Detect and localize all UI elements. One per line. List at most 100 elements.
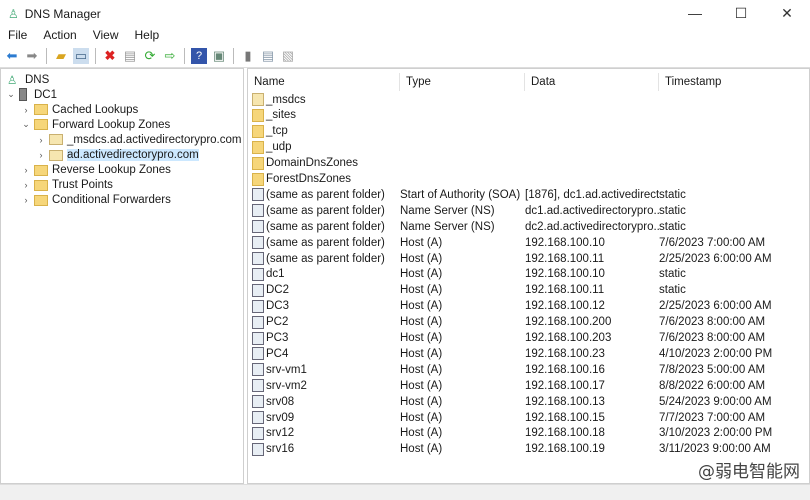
tree-item[interactable]: › Conditional Forwarders bbox=[20, 193, 171, 208]
list-row[interactable]: _msdcs bbox=[252, 92, 659, 107]
record-timestamp: static bbox=[659, 268, 686, 281]
list-row[interactable]: (same as parent folder) Name Server (NS) d… bbox=[252, 219, 686, 234]
record-name: srv16 bbox=[266, 443, 295, 456]
tree-item[interactable]: ⌄ DC1 bbox=[5, 87, 57, 102]
chevron-icon[interactable]: › bbox=[35, 135, 47, 145]
export-icon[interactable]: ⇨ bbox=[162, 48, 178, 64]
console-icon[interactable]: ▣ bbox=[211, 48, 227, 64]
dns-icon: ♙ bbox=[7, 74, 18, 87]
column-header-name[interactable]: Name bbox=[248, 73, 400, 91]
zone-icon bbox=[252, 93, 264, 106]
zone-icon bbox=[49, 149, 63, 161]
tree-item[interactable]: › ad.activedirectorypro.com bbox=[35, 148, 199, 163]
folder-icon bbox=[34, 104, 48, 116]
record-timestamp: 5/24/2023 9:00:00 AM bbox=[659, 395, 772, 408]
list-row[interactable]: srv08 Host (A) 192.168.100.13 5/24/2023 9:0… bbox=[252, 394, 772, 409]
maximize-button[interactable]: ☐ bbox=[718, 5, 764, 22]
record-timestamp: static bbox=[659, 188, 686, 201]
properties-icon[interactable]: ▤ bbox=[122, 48, 138, 64]
list-row[interactable]: dc1 Host (A) 192.168.100.10 static bbox=[252, 267, 686, 282]
record-name: (same as parent folder) bbox=[266, 188, 385, 201]
list-row[interactable]: DomainDnsZones bbox=[252, 156, 659, 171]
list-row[interactable]: srv-vm2 Host (A) 192.168.100.17 8/8/2022 6:… bbox=[252, 378, 765, 393]
record-name: PC2 bbox=[266, 316, 289, 329]
record-icon bbox=[252, 379, 264, 393]
delete-icon[interactable]: ✖ bbox=[102, 48, 118, 64]
chevron-icon[interactable]: › bbox=[35, 150, 47, 160]
record-data: 192.168.100.11 bbox=[525, 252, 605, 265]
server-icon[interactable]: ▮ bbox=[240, 48, 256, 64]
forward-icon[interactable]: ➡ bbox=[24, 48, 40, 64]
record-name: srv-vm2 bbox=[266, 379, 307, 392]
list-row[interactable]: PC2 Host (A) 192.168.100.200 7/6/2023 8:00:… bbox=[252, 315, 765, 330]
list-row[interactable]: (same as parent folder) Name Server (NS) d… bbox=[252, 203, 686, 218]
list-row[interactable]: _tcp bbox=[252, 124, 659, 139]
record-icon bbox=[252, 283, 264, 297]
menu-help[interactable]: Help bbox=[135, 28, 160, 42]
record-name: _msdcs bbox=[266, 93, 306, 106]
console-tree[interactable]: ♙ DNS ⌄ DC1 › Cached Lookups ⌄ Forward Lookup Z… bbox=[0, 68, 244, 484]
chevron-icon[interactable]: ⌄ bbox=[20, 119, 32, 130]
tree-item[interactable]: ⌄ Forward Lookup Zones bbox=[20, 117, 170, 132]
column-header-timestamp[interactable]: Timestamp bbox=[659, 73, 809, 91]
list-row[interactable]: DC3 Host (A) 192.168.100.12 2/25/2023 6:00:… bbox=[252, 299, 772, 314]
record-timestamp: static bbox=[659, 220, 686, 233]
tree-item-label: ad.activedirectorypro.com bbox=[67, 149, 199, 161]
folder-icon bbox=[252, 140, 264, 154]
menu-file[interactable]: File bbox=[8, 28, 27, 42]
records-icon[interactable]: ▧ bbox=[280, 48, 296, 64]
list-row[interactable]: (same as parent folder) Host (A) 192.168.1… bbox=[252, 251, 772, 266]
close-button[interactable]: ✕ bbox=[764, 5, 810, 22]
up-folder-icon[interactable]: ▰ bbox=[53, 48, 69, 64]
menu-view[interactable]: View bbox=[93, 28, 119, 42]
list-row[interactable]: srv12 Host (A) 192.168.100.18 3/10/2023 2:0… bbox=[252, 426, 772, 441]
list-row[interactable]: srv09 Host (A) 192.168.100.15 7/7/2023 7:00… bbox=[252, 410, 765, 425]
tree-item-label: DC1 bbox=[34, 88, 58, 101]
chevron-icon[interactable]: › bbox=[20, 195, 32, 205]
tree-item[interactable]: ♙ DNS bbox=[5, 72, 49, 87]
record-icon bbox=[252, 363, 264, 377]
column-header-data[interactable]: Data bbox=[525, 73, 659, 91]
folder-icon bbox=[252, 124, 264, 138]
list-row[interactable]: _sites bbox=[252, 108, 659, 123]
record-type: Name Server (NS) bbox=[400, 220, 495, 233]
list-row[interactable]: (same as parent folder) Host (A) 192.168.1… bbox=[252, 235, 765, 250]
list-row[interactable]: PC3 Host (A) 192.168.100.203 7/6/2023 8:00:… bbox=[252, 331, 765, 346]
minimize-button[interactable]: — bbox=[672, 5, 718, 22]
status-bar bbox=[0, 484, 810, 500]
tree-item[interactable]: › _msdcs.ad.activedirectorypro.com bbox=[35, 132, 242, 147]
chevron-icon[interactable]: › bbox=[20, 165, 32, 175]
record-data: 192.168.100.200 bbox=[525, 316, 612, 329]
record-name: (same as parent folder) bbox=[266, 204, 385, 217]
chevron-icon[interactable]: ⌄ bbox=[5, 89, 17, 100]
record-data: 192.168.100.10 bbox=[525, 236, 605, 249]
refresh-icon[interactable]: ⟳ bbox=[142, 48, 158, 64]
tree-item[interactable]: › Cached Lookups bbox=[20, 102, 139, 117]
back-icon[interactable]: ⬅ bbox=[4, 48, 20, 64]
record-icon bbox=[252, 347, 264, 361]
list-row[interactable]: ForestDnsZones bbox=[252, 172, 659, 187]
chevron-icon[interactable]: › bbox=[20, 180, 32, 190]
chevron-icon[interactable]: › bbox=[20, 105, 32, 115]
column-header-type[interactable]: Type bbox=[400, 73, 525, 91]
tree-item[interactable]: › Reverse Lookup Zones bbox=[20, 163, 171, 178]
list-row[interactable]: _udp bbox=[252, 140, 659, 155]
results-pane[interactable]: Name Type Data Timestamp _msdcs _sites _tc… bbox=[247, 68, 810, 484]
record-type: Host (A) bbox=[400, 300, 443, 313]
help-icon[interactable]: ? bbox=[191, 48, 207, 64]
record-type: Host (A) bbox=[400, 395, 443, 408]
list-row[interactable]: srv-vm1 Host (A) 192.168.100.16 7/8/2023 5:… bbox=[252, 362, 765, 377]
record-name: (same as parent folder) bbox=[266, 252, 385, 265]
list-row[interactable]: srv16 Host (A) 192.168.100.19 3/11/2023 9:0… bbox=[252, 442, 771, 457]
record-type: Host (A) bbox=[400, 268, 443, 281]
window-title: DNS Manager bbox=[24, 6, 101, 21]
list-icon[interactable]: ▤ bbox=[260, 48, 276, 64]
menu-action[interactable]: Action bbox=[43, 28, 76, 42]
list-row[interactable]: PC4 Host (A) 192.168.100.23 4/10/2023 2:00:… bbox=[252, 346, 772, 361]
record-icon bbox=[252, 331, 264, 345]
list-row[interactable]: DC2 Host (A) 192.168.100.11 static bbox=[252, 283, 686, 298]
list-row[interactable]: (same as parent folder) Start of Authorit… bbox=[252, 187, 686, 202]
record-name: _sites bbox=[266, 109, 297, 122]
tree-item[interactable]: › Trust Points bbox=[20, 178, 113, 193]
show-hide-tree-icon[interactable]: ▭ bbox=[73, 48, 89, 64]
